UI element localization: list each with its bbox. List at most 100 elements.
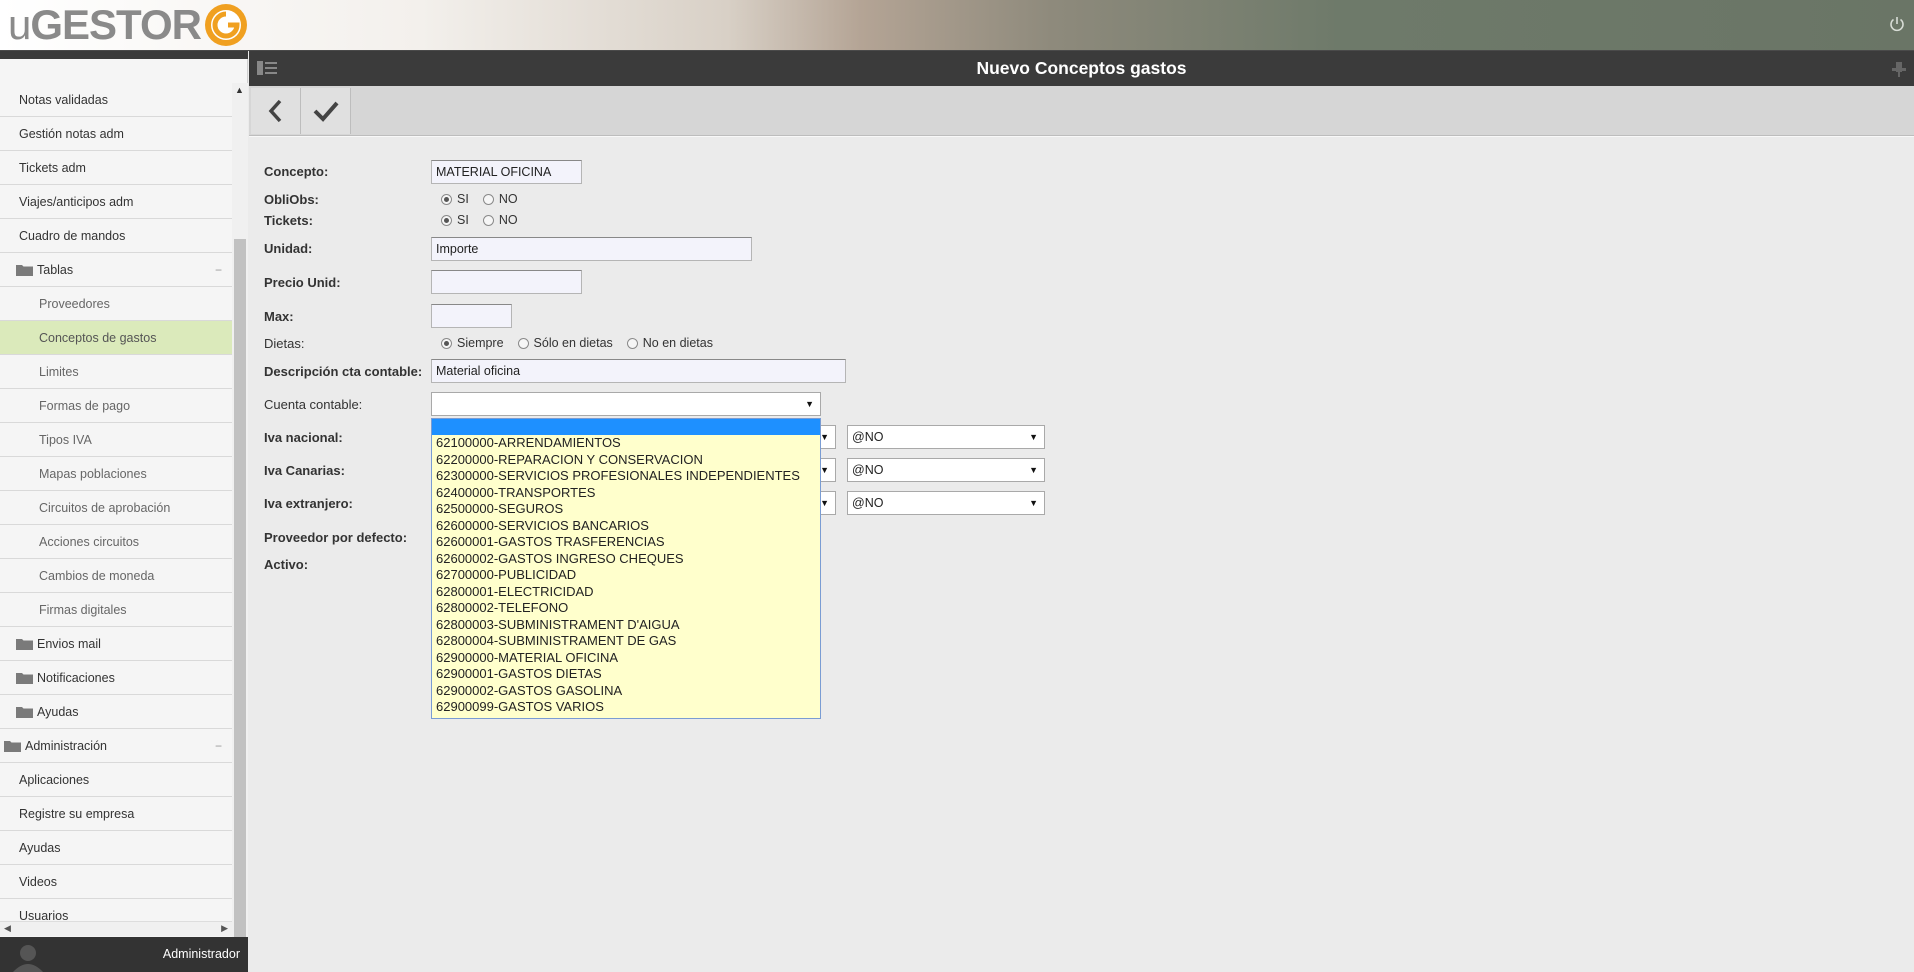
dietas-no-option[interactable]: No en dietas (626, 336, 713, 350)
sidebar-folder-tablas[interactable]: Tablas − (0, 253, 232, 287)
dropdown-option-empty-highlighted[interactable] (432, 419, 820, 435)
dropdown-option[interactable]: 62400000-TRANSPORTES (432, 485, 820, 502)
sidebar-item-mapas-poblaciones[interactable]: Mapas poblaciones (0, 457, 232, 491)
sidebar-item-firmas-digitales[interactable]: Firmas digitales (0, 593, 232, 627)
sidebar-item-formas-de-pago[interactable]: Formas de pago (0, 389, 232, 423)
ugestor-logo[interactable]: uGESTOR (8, 2, 249, 48)
user-avatar-icon (13, 945, 43, 972)
scrollbar-thumb[interactable] (234, 239, 246, 951)
collapse-icon[interactable]: − (215, 253, 222, 287)
iva-nacional-option-select[interactable]: @NO ▼ (847, 425, 1045, 449)
precio-unid-field[interactable] (431, 270, 582, 294)
sidebar-item-viajes-anticipos-adm[interactable]: Viajes/anticipos adm (0, 185, 232, 219)
sidebar-item-videos[interactable]: Videos (0, 865, 232, 899)
sidebar: Notas validadas Gestión notas adm Ticket… (0, 51, 248, 972)
sidebar-vertical-scrollbar[interactable]: ▲ ▼ (232, 83, 248, 971)
dropdown-option[interactable]: 62600002-GASTOS INGRESO CHEQUES (432, 551, 820, 568)
sidebar-item-tickets-adm[interactable]: Tickets adm (0, 151, 232, 185)
radio-unselected-icon[interactable] (517, 337, 529, 349)
radio-selected-icon[interactable] (441, 337, 452, 349)
sidebar-item-registre-su-empresa[interactable]: Registre su empresa (0, 797, 232, 831)
sidebar-item-gestion-notas-adm[interactable]: Gestión notas adm (0, 117, 232, 151)
tickets-label: Tickets: (264, 213, 313, 228)
dietas-siempre-option[interactable]: Siempre (441, 336, 504, 350)
tickets-si-option[interactable]: SI (441, 213, 469, 227)
sidebar-item-cambios-de-moneda[interactable]: Cambios de moneda (0, 559, 232, 593)
dropdown-option[interactable]: 62600000-SERVICIOS BANCARIOS (432, 518, 820, 535)
dropdown-option[interactable]: 62700000-PUBLICIDAD (432, 567, 820, 584)
descripcion-field[interactable]: Material oficina (431, 359, 846, 383)
scroll-up-arrow-icon[interactable]: ▲ (235, 85, 244, 95)
folder-icon (4, 741, 21, 752)
iva-extranjero-option-select[interactable]: @NO ▼ (847, 491, 1045, 515)
content-header: Nuevo Conceptos gastos (249, 51, 1914, 86)
dropdown-option[interactable]: 62300000-SERVICIOS PROFESIONALES INDEPEN… (432, 468, 820, 485)
iva-extranjero-label: Iva extranjero: (264, 496, 353, 511)
pin-icon[interactable] (1890, 60, 1908, 78)
dropdown-option[interactable]: 62900099-GASTOS VARIOS (432, 699, 820, 716)
folder-icon (16, 265, 33, 276)
scroll-right-arrow-icon[interactable]: ▶ (221, 923, 228, 934)
cuenta-contable-label: Cuenta contable: (264, 397, 363, 412)
dropdown-option[interactable]: 62200000-REPARACION Y CONSERVACION (432, 452, 820, 469)
sidebar-item-conceptos-de-gastos[interactable]: Conceptos de gastos (0, 321, 232, 355)
unidad-field[interactable]: Importe (431, 237, 752, 261)
dropdown-arrow-icon: ▼ (820, 465, 829, 475)
dropdown-option[interactable]: 62500000-SEGUROS (432, 501, 820, 518)
sidebar-horizontal-scrollbar[interactable]: ◀ ▶ (0, 921, 232, 936)
sidebar-item-ayudas-admin[interactable]: Ayudas (0, 831, 232, 865)
folder-icon (16, 639, 33, 650)
dropdown-option[interactable]: 62100000-ARRENDAMIENTOS (432, 435, 820, 452)
max-field[interactable] (431, 304, 512, 328)
sidebar-item-cuadro-de-mandos[interactable]: Cuadro de mandos (0, 219, 232, 253)
radio-unselected-icon[interactable] (482, 193, 494, 205)
scroll-left-arrow-icon[interactable]: ◀ (4, 923, 11, 934)
tickets-no-option[interactable]: NO (482, 213, 518, 227)
sidebar-item-aplicaciones[interactable]: Aplicaciones (0, 763, 232, 797)
iva-canarias-option-select[interactable]: @NO ▼ (847, 458, 1045, 482)
sidebar-item-tipos-iva[interactable]: Tipos IVA (0, 423, 232, 457)
toggle-sidebar-icon[interactable] (256, 59, 278, 77)
radio-selected-icon[interactable] (441, 193, 452, 205)
sidebar-folder-notificaciones[interactable]: Notificaciones (0, 661, 232, 695)
sidebar-item-limites[interactable]: Limites (0, 355, 232, 389)
sidebar-item-acciones-circuitos[interactable]: Acciones circuitos (0, 525, 232, 559)
sidebar-folder-ayudas[interactable]: Ayudas (0, 695, 232, 729)
dropdown-option[interactable]: 62600001-GASTOS TRASFERENCIAS (432, 534, 820, 551)
radio-unselected-icon[interactable] (482, 214, 494, 226)
dropdown-option[interactable]: 62800002-TELEFONO (432, 600, 820, 617)
sidebar-item-notas-validadas[interactable]: Notas validadas (0, 83, 232, 117)
collapse-icon[interactable]: − (215, 729, 222, 763)
sidebar-item-circuitos-de-aprobacion[interactable]: Circuitos de aprobación (0, 491, 232, 525)
dropdown-arrow-icon: ▼ (820, 498, 829, 508)
concepto-label: Concepto: (264, 164, 329, 179)
radio-unselected-icon[interactable] (626, 337, 638, 349)
sidebar-item-proveedores[interactable]: Proveedores (0, 287, 232, 321)
dietas-label: Dietas: (264, 336, 305, 351)
cuenta-contable-dropdown-list[interactable]: 62100000-ARRENDAMIENTOS 62200000-REPARAC… (431, 418, 821, 719)
dropdown-option[interactable]: 62800001-ELECTRICIDAD (432, 584, 820, 601)
concepto-field[interactable]: MATERIAL OFICINA (431, 160, 582, 184)
sidebar-folder-envios-mail[interactable]: Envios mail (0, 627, 232, 661)
tickets-radio-group: SI NO (441, 213, 532, 227)
dropdown-option[interactable]: 62900002-GASTOS GASOLINA (432, 683, 820, 700)
iva-nacional-label: Iva nacional: (264, 430, 343, 445)
obliobs-no-option[interactable]: NO (482, 192, 518, 206)
user-name[interactable]: Administrador (163, 947, 240, 961)
app-header: uGESTOR (0, 0, 1914, 51)
dropdown-option[interactable]: 62800004-SUBMINISTRAMENT DE GAS (432, 633, 820, 650)
toolbar-divider (249, 136, 1914, 137)
dropdown-option[interactable]: 62900000-MATERIAL OFICINA (432, 650, 820, 667)
power-icon[interactable] (1888, 15, 1906, 33)
dietas-solo-option[interactable]: Sólo en dietas (517, 336, 613, 350)
radio-selected-icon[interactable] (441, 214, 452, 226)
descripcion-label: Descripción cta contable: (264, 364, 423, 379)
cuenta-contable-select[interactable]: ▼ (431, 392, 821, 416)
dropdown-option[interactable]: 62800003-SUBMINISTRAMENT D'AIGUA (432, 617, 820, 634)
back-button[interactable] (251, 88, 301, 134)
dropdown-option[interactable]: 62900001-GASTOS DIETAS (432, 666, 820, 683)
obliobs-si-option[interactable]: SI (441, 192, 469, 206)
sidebar-folder-administracion[interactable]: Administración − (0, 729, 232, 763)
save-button[interactable] (301, 88, 351, 134)
dropdown-arrow-icon: ▼ (820, 432, 829, 442)
